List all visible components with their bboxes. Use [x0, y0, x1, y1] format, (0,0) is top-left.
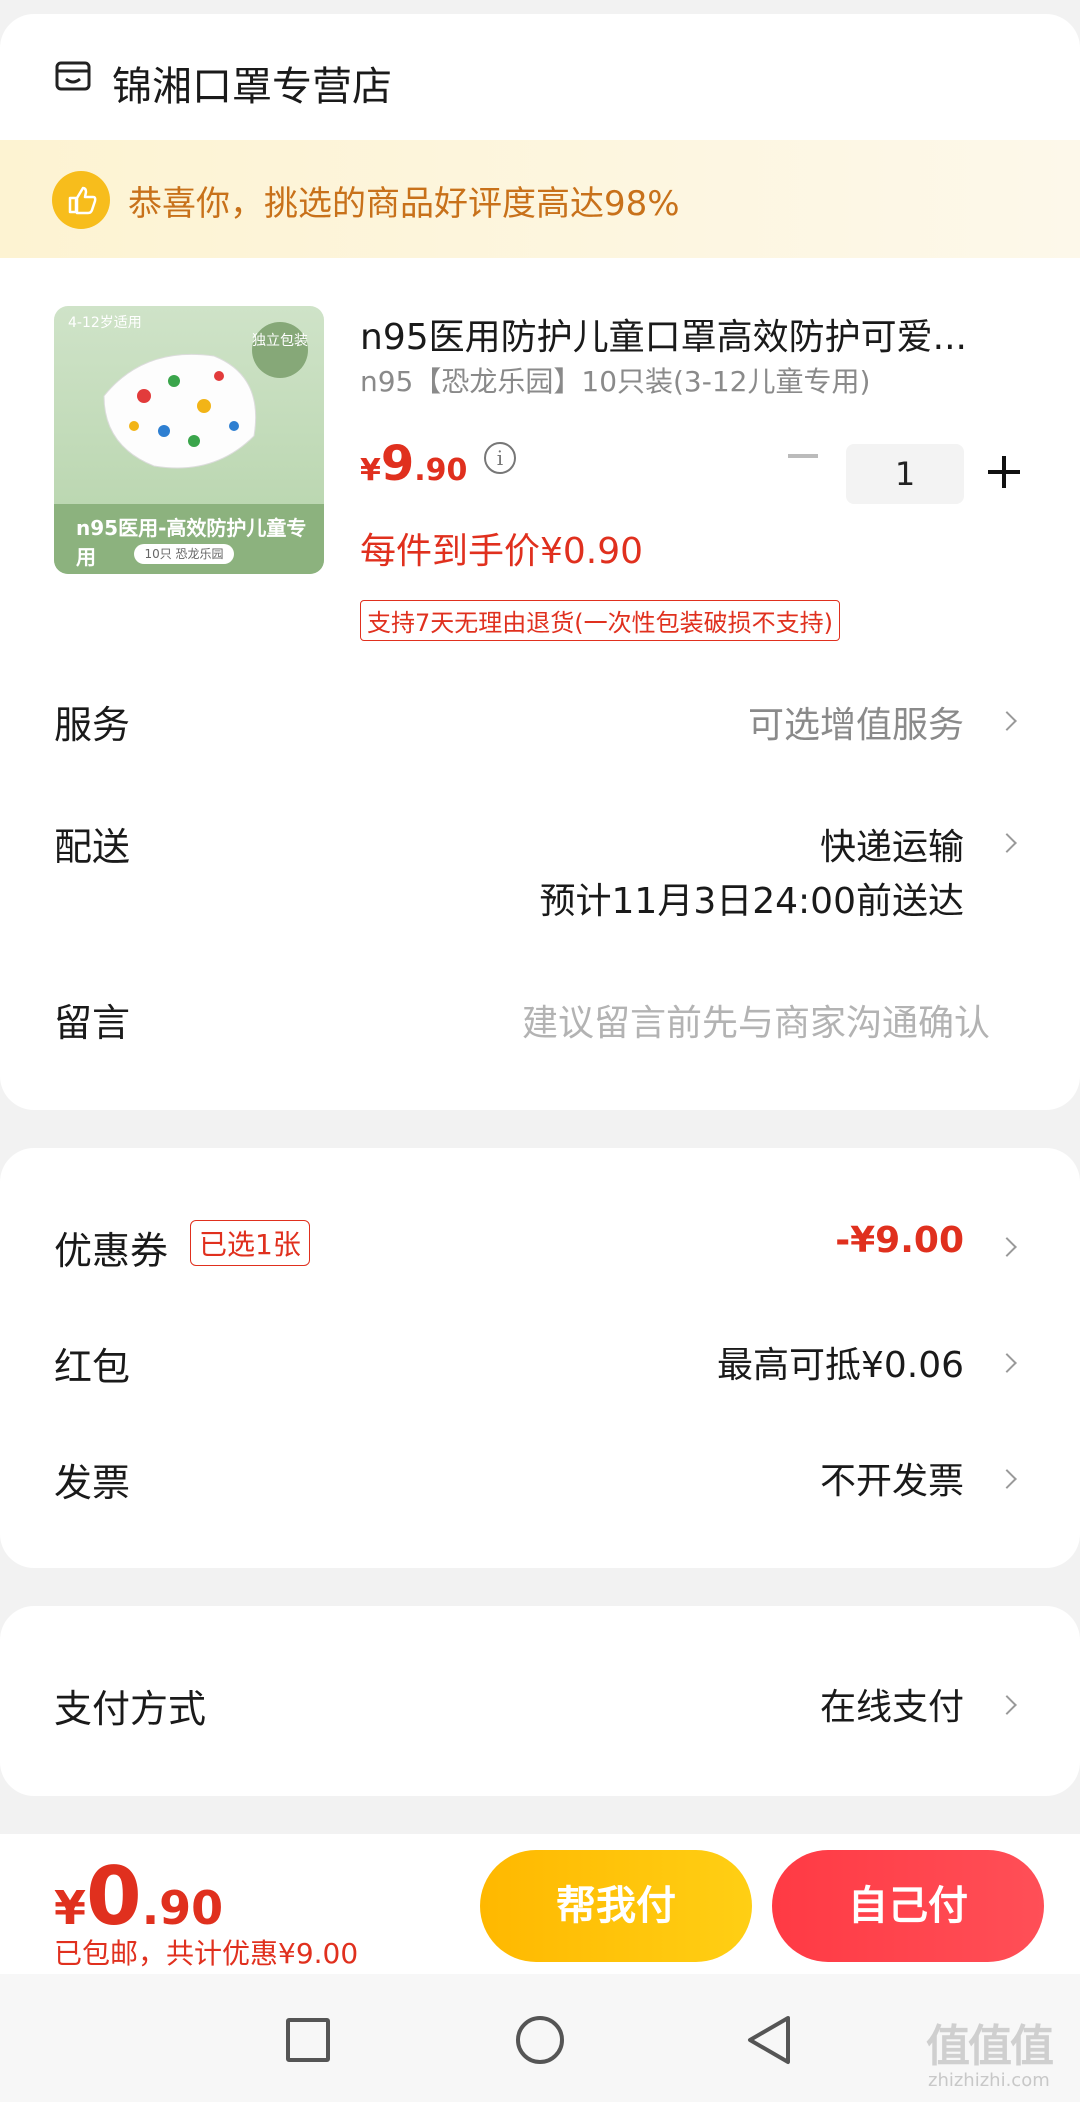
chevron-right-icon[interactable] — [997, 1237, 1017, 1257]
product-price: ¥9.90 — [360, 436, 468, 492]
delivery-label: 配送 — [54, 825, 131, 869]
recent-apps-icon[interactable] — [286, 2018, 330, 2062]
payment-card: 支付方式 在线支付 — [0, 1606, 1080, 1796]
shipping-note: 已包邮，共计优惠¥9.00 — [54, 1937, 359, 1970]
product-image-age-tag: 4-12岁适用 — [68, 315, 142, 331]
service-label: 服务 — [54, 703, 131, 747]
product-image-footer: n95医用-高效防护儿童专用 10只 恐龙乐园 — [54, 504, 324, 574]
chevron-right-icon[interactable] — [997, 833, 1017, 853]
self-pay-button[interactable]: 自己付 — [772, 1850, 1044, 1962]
product-sku[interactable]: n95【恐龙乐园】10只装(3-12儿童专用) — [360, 360, 870, 400]
product-image[interactable]: 4-12岁适用 独立包装 n95医用-高效防护儿童专用 10只 恐龙乐园 — [54, 306, 324, 574]
store-icon — [55, 61, 91, 91]
product-image-sub: 10只 恐龙乐园 — [134, 544, 234, 564]
store-name: 锦湘口罩专营店 — [112, 64, 392, 110]
chevron-right-icon[interactable] — [997, 1469, 1017, 1489]
system-navbar: 值值值 zhizhizhi.com — [0, 1974, 1080, 2102]
coupon-selected-tag: 已选1张 — [190, 1220, 310, 1266]
payment-value[interactable]: 在线支付 — [820, 1678, 964, 1730]
order-card: 锦湘口罩专营店 恭喜你，挑选的商品好评度高达98% 4-12岁适用 独立包装 n… — [0, 14, 1080, 1110]
discount-card: 优惠券 已选1张 -¥9.00 红包 最高可抵¥0.06 发票 不开发票 — [0, 1148, 1080, 1568]
return-policy-tag: 支持7天无理由退货(一次性包装破损不支持) — [360, 600, 840, 641]
store-header[interactable]: 锦湘口罩专营店 — [0, 14, 1080, 140]
home-icon[interactable] — [516, 2016, 564, 2064]
rating-banner: 恭喜你，挑选的商品好评度高达98% — [0, 140, 1080, 258]
delivery-eta: 预计11月3日24:00前送达 — [539, 881, 964, 922]
payment-label: 支付方式 — [54, 1687, 207, 1731]
message-input[interactable]: 建议留言前先与商家沟通确认 — [522, 994, 990, 1046]
redpacket-label: 红包 — [54, 1345, 131, 1389]
chevron-right-icon[interactable] — [997, 711, 1017, 731]
product-image-badge: 独立包装 — [252, 322, 308, 378]
quantity-increase-button[interactable] — [988, 456, 1020, 488]
redpacket-value[interactable]: 最高可抵¥0.06 — [717, 1336, 964, 1388]
help-pay-button[interactable]: 帮我付 — [480, 1850, 752, 1962]
back-icon[interactable] — [744, 2014, 794, 2066]
invoice-label: 发票 — [54, 1461, 131, 1505]
total-price: ¥0.90 — [54, 1850, 224, 1943]
watermark-url: zhizhizhi.com — [928, 2070, 1050, 2091]
message-label: 留言 — [54, 1001, 131, 1045]
thumbs-up-icon — [52, 171, 110, 229]
coupon-label: 优惠券 — [54, 1229, 169, 1273]
service-value[interactable]: 可选增值服务 — [748, 696, 964, 748]
mask-illustration — [103, 353, 257, 469]
product-title[interactable]: n95医用防护儿童口罩高效防护可爱... — [360, 308, 1020, 360]
rating-text: 恭喜你，挑选的商品好评度高达98% — [128, 184, 680, 224]
chevron-right-icon[interactable] — [997, 1695, 1017, 1715]
quantity-decrease-button[interactable] — [788, 454, 818, 458]
quantity-input[interactable]: 1 — [846, 444, 964, 504]
watermark-logo: 值值值 — [926, 2021, 1054, 2072]
delivery-value[interactable]: 快递运输 — [820, 818, 964, 870]
info-icon[interactable]: i — [484, 442, 516, 474]
invoice-value[interactable]: 不开发票 — [820, 1452, 964, 1504]
unit-price: 每件到手价¥0.90 — [360, 531, 644, 572]
coupon-value[interactable]: -¥9.00 — [835, 1220, 964, 1261]
checkout-bar: ¥0.90 已包邮，共计优惠¥9.00 帮我付 自己付 — [0, 1834, 1080, 1974]
chevron-right-icon[interactable] — [997, 1353, 1017, 1373]
